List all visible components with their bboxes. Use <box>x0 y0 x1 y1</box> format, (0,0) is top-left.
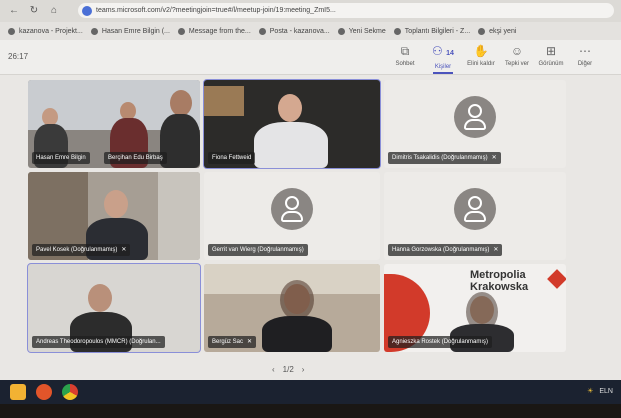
participant-name-tag: Hanna Gorzowska (Doğrulanmamış) ✕ <box>388 244 503 256</box>
participant-name-tag: Fiona Fettweid <box>208 152 256 164</box>
participant-tile[interactable]: Hasan Emre Bilgin Berçihan Edu Birbaş <box>28 80 200 168</box>
bookmark-item[interactable]: Toplantı Bilgileri - Z... <box>393 27 470 35</box>
participant-tile[interactable]: Andreas Theodoropoulos (MMCR) (Doğrulan.… <box>27 263 201 353</box>
bookmark-icon <box>478 27 486 35</box>
avatar-icon <box>271 188 313 230</box>
avatar-icon <box>454 96 496 138</box>
weather-icon[interactable]: ☀ <box>587 387 593 395</box>
bookmark-item[interactable]: kazanova - Projekt... <box>8 27 83 35</box>
bookmark-item[interactable]: Yeni Sekme <box>337 27 386 35</box>
home-icon[interactable]: ⌂ <box>48 5 60 17</box>
system-tray: ☀ ELN <box>587 387 613 396</box>
participant-name-tag: Berçihan Edu Birbaş <box>104 152 167 164</box>
bookmark-icon <box>8 27 15 35</box>
meeting-toolbar: 26:17 ⧉ Sohbet ⚇ 14 Kişiler ✋ Elini kald… <box>0 40 621 75</box>
previous-page-button[interactable]: ‹ <box>272 365 275 374</box>
bookmark-item[interactable]: Hasan Emre Bilgin (... <box>90 27 170 35</box>
reload-icon[interactable]: ↻ <box>28 5 40 17</box>
next-page-button[interactable]: › <box>302 365 305 374</box>
mic-off-icon: ✕ <box>491 155 497 161</box>
participant-tile[interactable]: Pavel Kosek (Doğrulanmamış) ✕ <box>28 172 200 260</box>
person-head <box>278 94 302 122</box>
browser-url-bar: ← ↻ ⌂ teams.microsoft.com/v2/?meetingjoi… <box>0 0 621 22</box>
video-stage: Hasan Emre Bilgin Berçihan Edu Birbaş Fi… <box>0 75 621 380</box>
site-info-icon[interactable] <box>82 5 92 16</box>
chrome-icon[interactable] <box>62 384 78 400</box>
person-head <box>88 284 112 312</box>
background-lamp <box>204 86 244 116</box>
mic-off-icon: ✕ <box>121 247 127 253</box>
bookmarks-bar: kazanova - Projekt... Hasan Emre Bilgin … <box>0 22 621 40</box>
monitor-screen: ← ↻ ⌂ teams.microsoft.com/v2/?meetingjoi… <box>0 0 621 380</box>
view-button[interactable]: ⊞ Görünüm <box>532 44 570 67</box>
mic-off-icon: ✕ <box>247 339 253 345</box>
participant-tile[interactable]: Gerrit van Wierg (Doğrulanmamış) <box>204 172 380 260</box>
participant-tile[interactable]: Dimitris Tsakalidis (Doğrulanmamış) ✕ <box>384 80 566 168</box>
language-indicator[interactable]: ELN <box>599 388 613 395</box>
monitor-bezel <box>0 404 621 418</box>
avatar-icon <box>454 188 496 230</box>
participant-tile[interactable]: Bergüz Sac ✕ <box>204 264 380 352</box>
meeting-timer: 26:17 <box>8 52 29 61</box>
bookmark-item[interactable]: Posta - kazanova... <box>258 27 330 35</box>
person-body <box>262 316 332 352</box>
people-count: 14 <box>446 50 454 57</box>
bookmark-icon <box>393 27 401 35</box>
chat-icon: ⧉ <box>400 44 410 58</box>
more-icon: ⋯ <box>579 44 591 58</box>
react-button[interactable]: ☺ Tepki ver <box>498 44 536 67</box>
participant-name-tag: Pavel Kosek (Doğrulanmamış) ✕ <box>32 244 131 256</box>
firefox-icon[interactable] <box>36 384 52 400</box>
raise-hand-icon: ✋ <box>473 44 489 58</box>
os-taskbar: ☀ ELN <box>0 380 621 404</box>
brand-text: Metropolia Krakowska <box>470 269 529 293</box>
person-head <box>104 190 128 218</box>
participant-name-tag: Dimitris Tsakalidis (Doğrulanmamış) ✕ <box>388 152 501 164</box>
page-navigator: ‹ 1/2 › <box>272 365 304 374</box>
people-icon: ⚇ 14 <box>432 44 454 58</box>
participant-name-tag: Bergüz Sac ✕ <box>208 336 257 348</box>
participant-tile[interactable]: Metropolia Krakowska Agnieszka Rostek (D… <box>384 264 566 352</box>
back-icon[interactable]: ← <box>8 5 20 17</box>
bookmark-item[interactable]: ekşi yeni <box>478 27 516 35</box>
participant-name-tag: Agnieszka Rostek (Doğrulanmamış) <box>388 336 493 348</box>
bookmark-icon <box>258 27 266 35</box>
participant-name-tag: Hasan Emre Bilgin <box>32 152 90 164</box>
react-icon: ☺ <box>510 44 524 58</box>
participant-name-tag: Gerrit van Wierg (Doğrulanmamış) <box>208 244 308 256</box>
background-window <box>158 172 200 260</box>
participant-tile[interactable]: Hanna Gorzowska (Doğrulanmamış) ✕ <box>384 172 566 260</box>
more-button[interactable]: ⋯ Diğer <box>566 44 604 67</box>
file-explorer-icon[interactable] <box>10 384 26 400</box>
participant-name-tag: Andreas Theodoropoulos (MMCR) (Doğrulan.… <box>32 336 165 348</box>
mic-off-icon: ✕ <box>493 247 499 253</box>
address-bar[interactable]: teams.microsoft.com/v2/?meetingjoin=true… <box>78 3 614 18</box>
raise-hand-button[interactable]: ✋ Elini kaldır <box>462 44 500 67</box>
bookmark-icon <box>177 27 185 35</box>
person-body <box>254 122 328 168</box>
chat-button[interactable]: ⧉ Sohbet <box>386 44 424 67</box>
view-icon: ⊞ <box>545 44 557 58</box>
page-indicator: 1/2 <box>282 365 294 374</box>
person-head <box>170 90 192 116</box>
people-button[interactable]: ⚇ 14 Kişiler <box>424 44 462 74</box>
bookmark-item[interactable]: Message from the... <box>177 27 251 35</box>
url-text: teams.microsoft.com/v2/?meetingjoin=true… <box>96 7 336 14</box>
participant-tile[interactable]: Fiona Fettweid <box>203 79 381 169</box>
bookmark-icon <box>337 27 345 35</box>
person-hair <box>280 280 314 320</box>
bookmark-icon <box>90 27 98 35</box>
